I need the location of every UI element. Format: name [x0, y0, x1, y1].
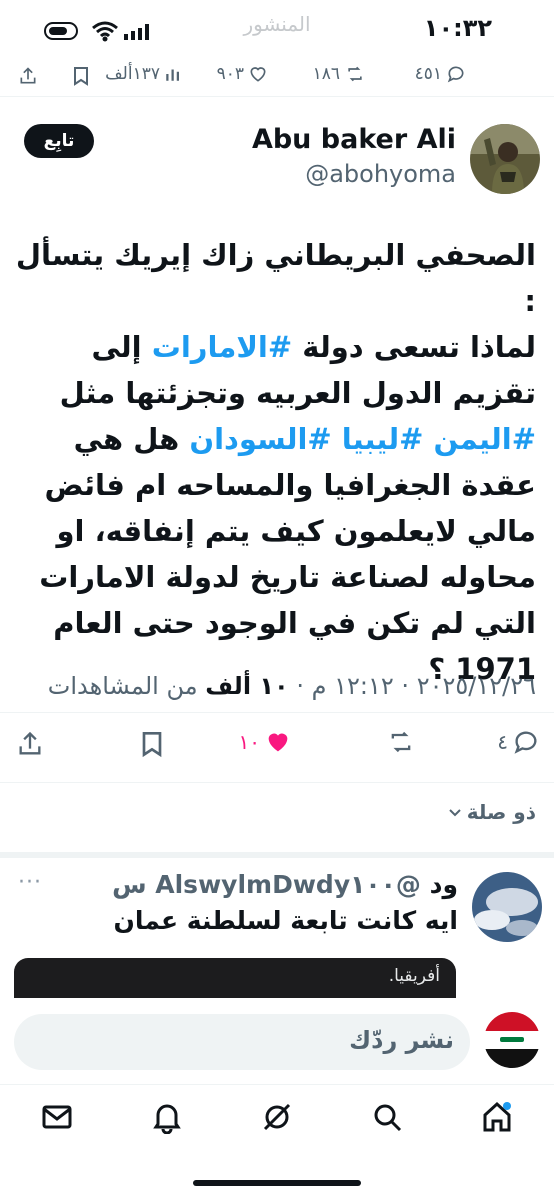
repost-icon: [391, 731, 411, 753]
messages-icon[interactable]: [40, 1100, 74, 1134]
replies-sort-dropdown[interactable]: ذو صلة: [447, 800, 536, 824]
reply-avatar[interactable]: [472, 872, 542, 942]
tweet-line: الصحفي البريطاني زاك إيريك يتسأل :: [15, 238, 536, 318]
notifications-icon[interactable]: [150, 1100, 184, 1134]
signal-icon: [124, 24, 149, 40]
divider: [0, 1084, 554, 1085]
reply-input-placeholder: نشر ردّك: [349, 1026, 454, 1054]
top-repost-count-text: ١٨٦: [312, 64, 340, 84]
tweet-line: #اليمن #ليبيا #السودان هل هي: [10, 416, 536, 462]
reply-icon: [514, 731, 537, 754]
tweet-line: لماذا تسعى دولة #الامارات إلى: [10, 324, 536, 370]
tweet-line: التي لم تكن في الوجود حتى العام: [53, 606, 536, 640]
reply-count: ٤: [497, 730, 508, 754]
meta-separator: ·: [401, 672, 410, 700]
heart-filled-icon: [268, 733, 288, 752]
reply-author-name[interactable]: ود: [430, 870, 458, 899]
tweet-line: عقدة الجغرافيا والمساحه ام فائض: [44, 468, 536, 502]
wifi-icon: [92, 21, 118, 42]
home-icon[interactable]: [480, 1100, 514, 1134]
sort-label: ذو صلة: [466, 800, 536, 824]
reply-text: ايه كانت تابعة لسلطنة عمان: [113, 906, 458, 935]
share-icon[interactable]: [18, 66, 38, 86]
divider: [0, 782, 554, 783]
top-reply-count[interactable]: ٤٥١: [415, 64, 466, 84]
tweet-time: ١٢:١٢ م: [311, 672, 394, 700]
toast-text: أفريقيا.: [388, 966, 440, 986]
home-indicator: [193, 1180, 361, 1186]
top-repost-count[interactable]: ١٨٦: [313, 64, 366, 84]
tweet-line: محاوله لصناعة تاريخ لدولة الامارات: [39, 560, 536, 594]
hashtag-links[interactable]: #اليمن #ليبيا #السودان: [189, 422, 536, 456]
tweet-body: الصحفي البريطاني زاك إيريك يتسأل : لماذا…: [10, 232, 536, 692]
like-button[interactable]: ١٠: [239, 728, 292, 756]
tweet-line: مالي لايعلمون كيف يتم إنفاقه، او: [56, 514, 536, 548]
repost-button[interactable]: [386, 728, 416, 756]
reply-button[interactable]: ٤: [497, 728, 540, 756]
bookmark-icon[interactable]: [140, 730, 164, 758]
author-display-name[interactable]: Abu baker Ali: [252, 124, 456, 155]
views-icon: [166, 69, 179, 81]
reply-header: ود @AlswylmDwdy١٠٠ س: [112, 870, 458, 899]
repost-icon: [348, 66, 362, 82]
top-like-count[interactable]: ٩٠٣: [217, 64, 268, 84]
views-label: من المشاهدات: [47, 672, 198, 700]
author-avatar[interactable]: [470, 124, 540, 194]
user-avatar[interactable]: [484, 1012, 540, 1068]
status-time: ١٠:٣٢: [423, 14, 492, 42]
share-icon[interactable]: [16, 730, 44, 758]
views-count[interactable]: ١٠ ألف: [205, 672, 288, 700]
like-count: ١٠: [238, 730, 260, 754]
hashtag-link[interactable]: #الامارات: [152, 330, 292, 364]
grok-icon[interactable]: [260, 1100, 294, 1134]
tweet-text-segment: هل هي: [73, 422, 190, 456]
author-handle[interactable]: @abohyoma: [305, 160, 456, 188]
top-views-count-text: ١٣٧ألف: [105, 64, 160, 84]
tweet-meta: ٢٠٢٥/١٢/٢٦ · ١٢:١٢ م · ١٠ ألف من المشاهد…: [48, 672, 536, 700]
tweet-date: ٢٠٢٥/١٢/٢٦: [416, 672, 536, 700]
heart-icon: [250, 67, 266, 82]
status-bar: المنشور ١٠:٣٢: [0, 0, 554, 56]
bookmark-icon[interactable]: [72, 66, 90, 86]
divider: [0, 712, 554, 713]
top-reply-count-text: ٤٥١: [414, 64, 442, 84]
section-divider: [0, 852, 554, 858]
chevron-down-icon: [449, 809, 461, 817]
tweet-text-segment: إلى: [91, 330, 152, 364]
tweet-line: تقزيم الدول العربيه وتجزئتها مثل: [59, 376, 536, 410]
tweet-text-segment: لماذا تسعى دولة: [292, 330, 536, 364]
reply-icon: [447, 66, 464, 83]
more-options-button[interactable]: ···: [18, 870, 42, 895]
top-views-count[interactable]: ١٣٧ألف: [105, 64, 182, 84]
battery-icon: [44, 22, 78, 40]
search-icon[interactable]: [370, 1100, 404, 1134]
top-like-count-text: ٩٠٣: [216, 64, 244, 84]
sticky-engagement-bar: ٤٥١ ١٨٦ ٩٠٣ ١٣٧ألف: [0, 56, 554, 97]
follow-button[interactable]: تابِع: [24, 124, 94, 158]
meta-separator: ·: [296, 672, 304, 700]
